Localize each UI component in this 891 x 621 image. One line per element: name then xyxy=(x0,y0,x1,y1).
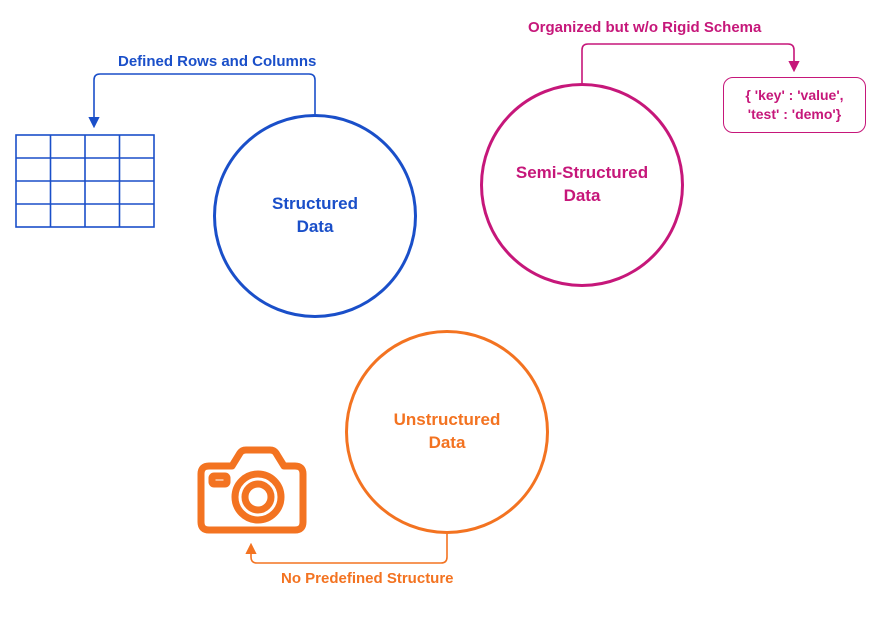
semi-line1: Semi-Structured xyxy=(516,163,648,182)
structured-line2: Data xyxy=(297,217,334,236)
unstructured-line1: Unstructured xyxy=(394,410,501,429)
unstructured-line2: Data xyxy=(429,433,466,452)
unstructured-data-label: Unstructured Data xyxy=(394,409,501,455)
json-example-line2: 'test' : 'demo'} xyxy=(748,106,841,122)
structured-data-circle: Structured Data xyxy=(213,114,417,318)
table-icon xyxy=(15,134,155,233)
json-example-line1: { 'key' : 'value', xyxy=(745,87,843,103)
camera-icon xyxy=(193,440,311,545)
json-example-box: { 'key' : 'value', 'test' : 'demo'} xyxy=(723,77,866,133)
structured-line1: Structured xyxy=(272,194,358,213)
semi-line2: Data xyxy=(564,186,601,205)
semi-structured-data-circle: Semi-Structured Data xyxy=(480,83,684,287)
semi-caption: Organized but w/o Rigid Schema xyxy=(528,19,761,36)
structured-data-label: Structured Data xyxy=(272,193,358,239)
semi-structured-data-label: Semi-Structured Data xyxy=(516,162,648,208)
unstructured-caption: No Predefined Structure xyxy=(281,570,454,587)
structured-caption: Defined Rows and Columns xyxy=(118,53,316,70)
unstructured-data-circle: Unstructured Data xyxy=(345,330,549,534)
